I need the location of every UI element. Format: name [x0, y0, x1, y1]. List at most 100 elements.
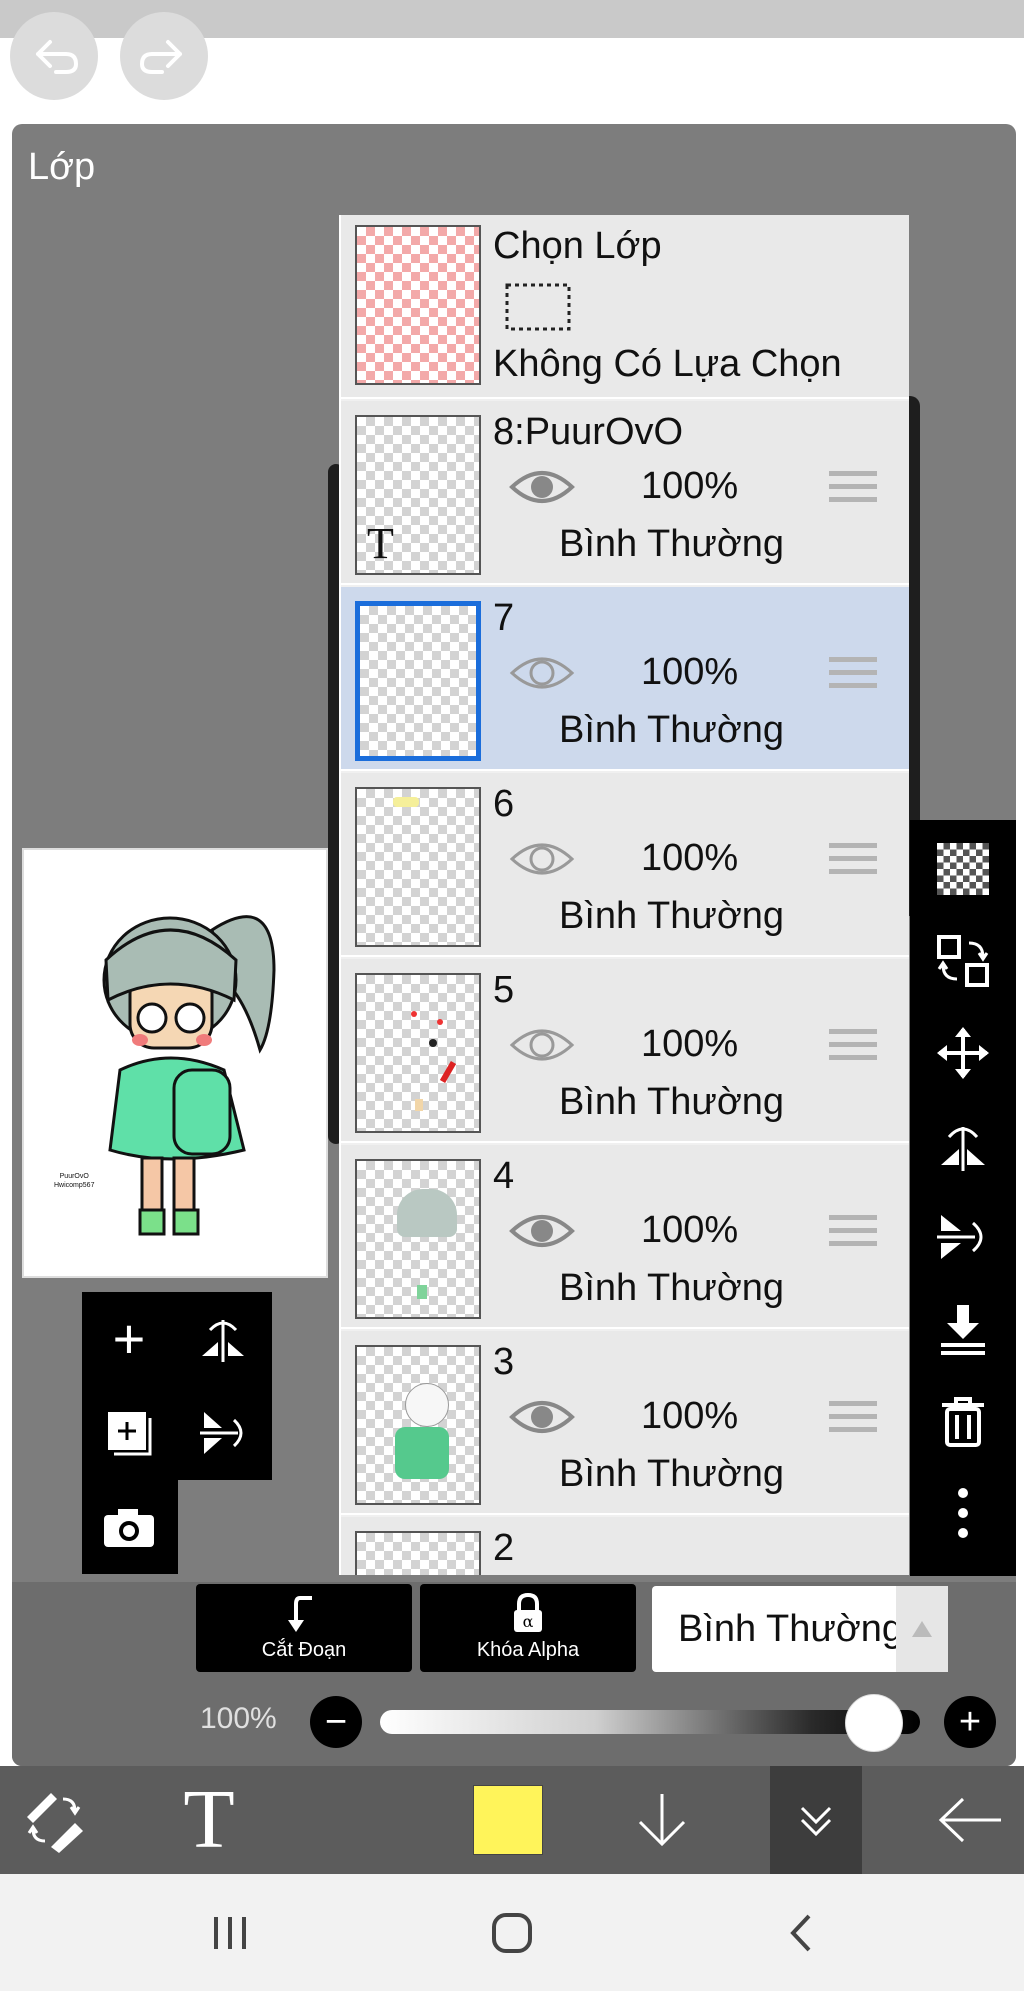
layer-list[interactable]: Chọn Lớp Không Có Lựa Chọn T 8:PuurOvO 1…	[339, 215, 909, 1575]
home-button[interactable]	[482, 1898, 542, 1968]
selection-status: Không Có Lựa Chọn	[493, 343, 842, 385]
selection-layer-row[interactable]: Chọn Lớp Không Có Lựa Chọn	[341, 215, 909, 399]
layer-down-button[interactable]	[620, 1766, 704, 1874]
layer-thumbnail	[355, 973, 481, 1133]
duplicate-layer-button[interactable]	[94, 1398, 164, 1468]
plus-icon: +	[958, 1701, 982, 1743]
drag-handle-icon[interactable]	[829, 1401, 877, 1440]
layer-name: 6	[493, 783, 515, 825]
alpha-lock-button[interactable]: α Khóa Alpha	[420, 1584, 636, 1672]
layer-panel-toggle[interactable]	[770, 1766, 862, 1874]
clipping-button[interactable]: Cắt Đoạn	[196, 1584, 412, 1672]
opacity-slider-track[interactable]	[380, 1710, 920, 1734]
chevron-left-icon	[790, 1914, 811, 1952]
flip-horizontal-icon	[941, 1127, 985, 1171]
main-toolbar: T	[0, 1766, 1024, 1874]
character-drawing	[102, 915, 276, 1236]
more-options-button[interactable]	[928, 1478, 998, 1548]
eye-icon[interactable]	[509, 1395, 575, 1439]
drag-handle-icon[interactable]	[829, 1215, 877, 1254]
swap-layer-button[interactable]	[928, 926, 998, 996]
flip-vertical-right-button[interactable]	[928, 1202, 998, 1272]
brush-eraser-toggle[interactable]	[12, 1766, 96, 1874]
layer-opacity: 100%	[641, 651, 739, 693]
layer-opacity: 100%	[641, 837, 739, 879]
more-vertical-icon	[958, 1488, 968, 1538]
layer-thumbnail	[355, 787, 481, 947]
drag-handle-icon[interactable]	[829, 843, 877, 882]
eye-icon[interactable]	[509, 651, 575, 695]
merge-down-icon	[941, 1305, 985, 1355]
flip-horizontal-right-button[interactable]	[928, 1110, 998, 1180]
move-icon	[937, 1027, 989, 1079]
clipping-label: Cắt Đoạn	[261, 1639, 347, 1661]
layer-opacity: 100%	[641, 465, 739, 507]
panel-title: Lớp	[28, 146, 96, 188]
recent-apps-button[interactable]	[200, 1898, 260, 1968]
svg-text:α: α	[523, 1612, 534, 1631]
selection-thumbnail	[355, 225, 481, 385]
blend-mode-select[interactable]: Bình Thường	[652, 1586, 948, 1672]
swap-icon	[937, 935, 989, 987]
layer-row[interactable]: T 8:PuurOvO 100% Bình Thường	[341, 401, 909, 585]
text-tool-icon: T	[183, 1773, 235, 1866]
canvas-preview[interactable]: PuurOvO Hwicomp567	[22, 848, 328, 1278]
drag-handle-icon[interactable]	[829, 1029, 877, 1068]
delete-layer-button[interactable]	[928, 1386, 998, 1456]
eye-icon[interactable]	[509, 837, 575, 881]
layer-blend-mode: Bình Thường	[559, 1081, 785, 1123]
add-duplicate-icon	[108, 1412, 152, 1456]
layer-blend-mode: Bình Thường	[559, 709, 785, 751]
transparency-button[interactable]	[928, 834, 998, 904]
layer-blend-mode: Bình Thường	[559, 895, 785, 937]
flip-horizontal-button[interactable]	[188, 1304, 258, 1374]
system-back-button[interactable]	[770, 1898, 830, 1968]
arrow-down-icon	[638, 1794, 686, 1847]
layer-name: 2	[493, 1527, 515, 1569]
eye-icon[interactable]	[509, 1209, 575, 1253]
merge-down-button[interactable]	[928, 1294, 998, 1364]
layer-row[interactable]: 2	[341, 1517, 909, 1575]
checker-icon	[937, 843, 989, 895]
camera-button[interactable]	[94, 1492, 164, 1562]
layer-row[interactable]: 6 100% Bình Thường	[341, 773, 909, 957]
redo-icon	[139, 40, 182, 74]
system-navbar	[0, 1874, 1024, 1991]
layer-thumbnail	[355, 1345, 481, 1505]
dropdown-arrow[interactable]	[896, 1586, 948, 1672]
clip-arrow-icon	[288, 1596, 312, 1632]
drag-handle-icon[interactable]	[829, 471, 877, 510]
opacity-slider-handle[interactable]	[844, 1694, 903, 1752]
trash-icon	[942, 1397, 984, 1447]
eye-icon[interactable]	[509, 1023, 575, 1067]
undo-button[interactable]	[10, 12, 98, 100]
redo-button[interactable]	[120, 12, 208, 100]
layer-thumbnail: T	[355, 415, 481, 575]
add-layer-button[interactable]: +	[94, 1304, 164, 1374]
app-root: Lớp Chọn Lớp Không Có Lựa Chọn T 8:PuurO…	[0, 0, 1024, 1991]
arrow-left-icon	[938, 1797, 1001, 1843]
layer-name: 7	[493, 597, 515, 639]
eye-icon[interactable]	[509, 465, 575, 509]
move-button[interactable]	[928, 1018, 998, 1088]
minus-icon: −	[324, 1701, 348, 1743]
layer-name: 5	[493, 969, 515, 1011]
back-button[interactable]	[928, 1766, 1012, 1874]
flip-vertical-button[interactable]	[188, 1398, 258, 1468]
right-toolbar	[910, 820, 1016, 1576]
layer-row[interactable]: 3 100% Bình Thường	[341, 1331, 909, 1515]
layer-blend-mode: Bình Thường	[559, 1267, 785, 1309]
layer-row[interactable]: 5 100% Bình Thường	[341, 959, 909, 1143]
layer-name: 3	[493, 1341, 515, 1383]
double-chevron-down-icon	[800, 1806, 832, 1837]
color-swatch	[473, 1785, 543, 1855]
color-picker-button[interactable]	[466, 1766, 550, 1874]
opacity-decrease-button[interactable]: −	[310, 1696, 362, 1748]
layer-row-selected[interactable]: 7 100% Bình Thường	[341, 587, 909, 771]
brush-eraser-icon	[27, 1793, 83, 1853]
layer-row[interactable]: 4 100% Bình Thường	[341, 1145, 909, 1329]
text-tool-button[interactable]: T	[166, 1766, 252, 1874]
flip-vertical-icon	[937, 1215, 983, 1259]
drag-handle-icon[interactable]	[829, 657, 877, 696]
opacity-increase-button[interactable]: +	[944, 1696, 996, 1748]
